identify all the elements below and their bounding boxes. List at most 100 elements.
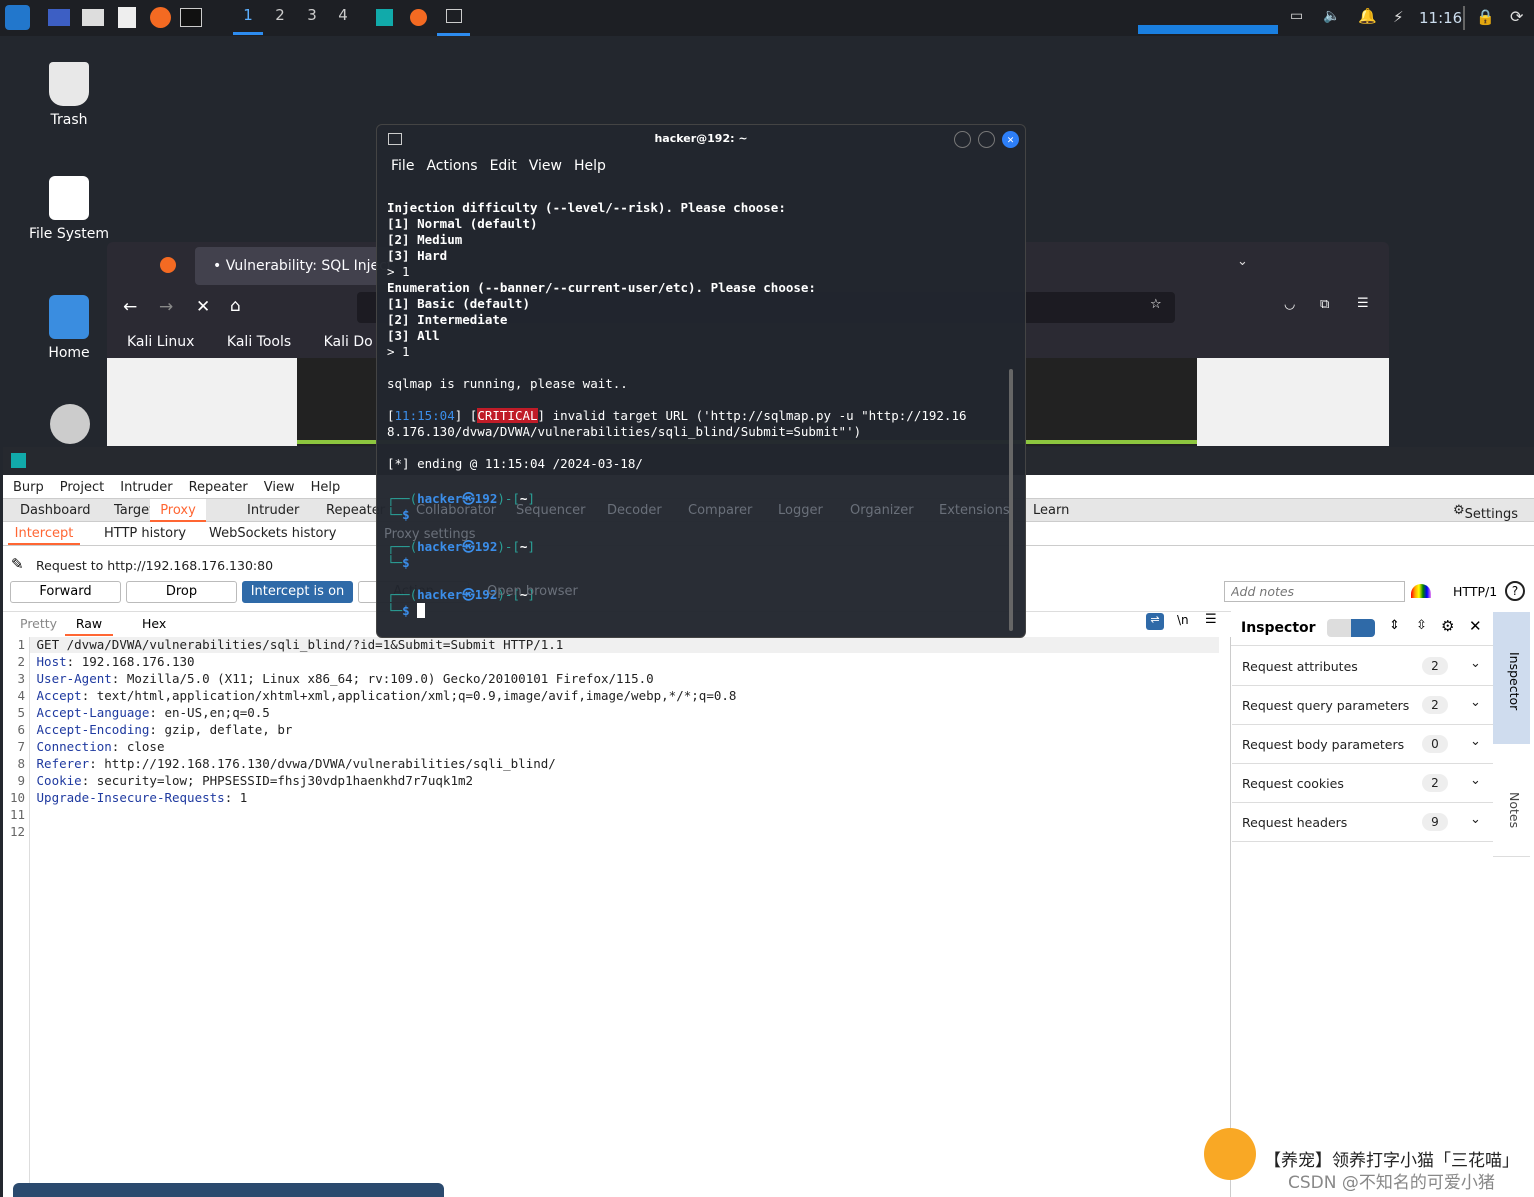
collapse-icon[interactable]: ⇳ — [1416, 618, 1427, 633]
wrap-lines-icon[interactable]: ⇌ — [1146, 613, 1164, 630]
side-tab-inspector[interactable]: Inspector — [1493, 612, 1530, 744]
terminal-icon[interactable] — [180, 8, 202, 27]
http-version[interactable]: HTTP/1 — [1453, 584, 1497, 599]
terminal-task-icon[interactable] — [437, 0, 470, 36]
tab-proxy[interactable]: Proxy — [150, 499, 206, 522]
stop-icon[interactable]: ✕ — [196, 297, 210, 317]
layout-toggle[interactable] — [1327, 619, 1375, 637]
desktop-icon-trash[interactable]: Trash — [24, 62, 114, 128]
inspector-section[interactable]: Request query parameters 2 ⌄ — [1232, 686, 1493, 725]
close-button[interactable]: ✕ — [1002, 131, 1019, 148]
network-icon[interactable]: ▭ — [1290, 8, 1303, 24]
chevron-down-icon[interactable]: ⌄ — [1470, 812, 1481, 827]
tab-collaborator[interactable]: Collaborator — [416, 503, 496, 518]
browser-tab[interactable]: • Vulnerability: SQL Inject — [195, 247, 395, 285]
lock-icon[interactable]: 🔒 — [1476, 8, 1495, 26]
tab-dashboard[interactable]: Dashboard — [20, 503, 91, 518]
menu-project[interactable]: Project — [60, 480, 104, 495]
bell-icon[interactable]: 🔔 — [1358, 7, 1377, 25]
forward-icon[interactable]: → — [159, 297, 173, 317]
menu-view[interactable]: View — [529, 158, 562, 174]
menu-help[interactable]: Help — [574, 158, 606, 174]
side-tab-notes[interactable]: Notes — [1493, 747, 1530, 857]
inspector-section[interactable]: Request body parameters 0 ⌄ — [1232, 725, 1493, 764]
desktop-icon-filesystem[interactable]: File System — [24, 176, 114, 242]
minimize-button[interactable] — [954, 131, 971, 148]
extensions-icon[interactable]: ⧉ — [1320, 297, 1329, 312]
show-desktop-icon[interactable] — [48, 9, 70, 26]
text-editor-icon[interactable] — [118, 7, 136, 28]
gear-icon[interactable]: ⚙ — [1441, 617, 1454, 635]
chevron-down-icon[interactable]: ⌄ — [1470, 734, 1481, 749]
tab-decoder[interactable]: Decoder — [607, 503, 662, 518]
firefox-task-icon[interactable] — [410, 9, 427, 26]
maximize-button[interactable] — [978, 131, 995, 148]
back-icon[interactable]: ← — [123, 297, 137, 317]
workspace-1[interactable]: 1 — [233, 6, 263, 35]
drop-button[interactable]: Drop — [126, 581, 237, 603]
chevron-down-icon[interactable]: ⌄ — [1470, 695, 1481, 710]
tab-extensions[interactable]: Extensions — [939, 503, 1010, 518]
kali-menu-icon[interactable] — [5, 5, 30, 30]
inspector-section[interactable]: Request attributes 2 ⌄ — [1232, 647, 1493, 686]
bookmark-star-icon[interactable]: ☆ — [1150, 297, 1162, 312]
tab-intruder[interactable]: Intruder — [247, 503, 299, 518]
subtab-websockets-history[interactable]: WebSockets history — [209, 526, 336, 541]
workspace-4[interactable]: 4 — [328, 6, 358, 24]
clock[interactable]: 11:16 — [1419, 9, 1462, 27]
file-manager-icon[interactable] — [82, 9, 104, 26]
menu-intruder[interactable]: Intruder — [120, 480, 172, 495]
forward-button[interactable]: Forward — [10, 581, 121, 603]
terminal-scrollbar[interactable] — [1009, 369, 1013, 631]
firefox-icon[interactable] — [150, 7, 171, 28]
proxy-settings-button[interactable]: Proxy settings — [384, 527, 476, 542]
newline-toggle[interactable]: \n — [1177, 613, 1189, 627]
burp-task-icon[interactable] — [376, 9, 393, 26]
home-icon[interactable]: ⌂ — [230, 296, 241, 316]
tab-pretty[interactable]: Pretty — [20, 616, 57, 631]
editor-menu-icon[interactable]: ☰ — [1205, 612, 1217, 627]
workspace-2[interactable]: 2 — [265, 6, 295, 24]
open-browser-button[interactable]: Open browser — [487, 584, 578, 599]
pocket-icon[interactable]: ◡ — [1284, 297, 1295, 312]
inspector-section[interactable]: Request cookies 2 ⌄ — [1232, 764, 1493, 803]
logout-icon[interactable]: ⟳ — [1510, 7, 1523, 26]
tab-learn[interactable]: Learn — [1033, 503, 1069, 518]
subtab-intercept[interactable]: Intercept — [8, 522, 80, 545]
power-icon[interactable]: ⚡ — [1393, 8, 1404, 26]
tab-list-chevron-icon[interactable]: ⌄ — [1237, 254, 1248, 269]
workspace-3[interactable]: 3 — [297, 6, 327, 24]
desktop-icon-home[interactable]: Home — [24, 295, 114, 361]
tab-hex[interactable]: Hex — [142, 616, 166, 631]
subtab-http-history[interactable]: HTTP history — [104, 526, 186, 541]
inspector-section[interactable]: Request headers 9 ⌄ — [1232, 803, 1493, 842]
menu-burp[interactable]: Burp — [13, 480, 44, 495]
disc-icon[interactable] — [50, 404, 90, 444]
help-icon[interactable]: ? — [1505, 581, 1525, 601]
menu-repeater[interactable]: Repeater — [189, 480, 248, 495]
bookmark[interactable]: Kali Tools — [227, 334, 291, 350]
intercept-toggle[interactable]: Intercept is on — [242, 581, 353, 603]
close-icon[interactable]: ✕ — [1469, 617, 1482, 635]
tab-target[interactable]: Target — [114, 503, 154, 518]
chevron-down-icon[interactable]: ⌄ — [1470, 656, 1481, 671]
chevron-down-icon[interactable]: ⌄ — [1470, 773, 1481, 788]
scrollbar[interactable] — [13, 1183, 444, 1197]
tab-logger[interactable]: Logger — [778, 503, 823, 518]
menu-icon[interactable]: ☰ — [1357, 296, 1369, 311]
menu-edit[interactable]: Edit — [490, 158, 517, 174]
highlight-color-icon[interactable] — [1411, 584, 1431, 598]
tab-organizer[interactable]: Organizer — [850, 503, 914, 518]
notes-input[interactable] — [1224, 581, 1405, 602]
expand-icon[interactable]: ⇕ — [1389, 618, 1400, 633]
menu-view[interactable]: View — [264, 480, 295, 495]
menu-help[interactable]: Help — [311, 480, 341, 495]
menu-actions[interactable]: Actions — [426, 158, 477, 174]
menu-file[interactable]: File — [391, 158, 414, 174]
tab-raw[interactable]: Raw — [65, 616, 113, 636]
volume-icon[interactable]: 🔈 — [1323, 8, 1340, 24]
bookmark[interactable]: Kali Do — [324, 334, 373, 350]
request-editor[interactable]: 1 GET /dvwa/DVWA/vulnerabilities/sqli_bl… — [3, 637, 1231, 1197]
tab-sequencer[interactable]: Sequencer — [516, 503, 585, 518]
tab-comparer[interactable]: Comparer — [688, 503, 752, 518]
